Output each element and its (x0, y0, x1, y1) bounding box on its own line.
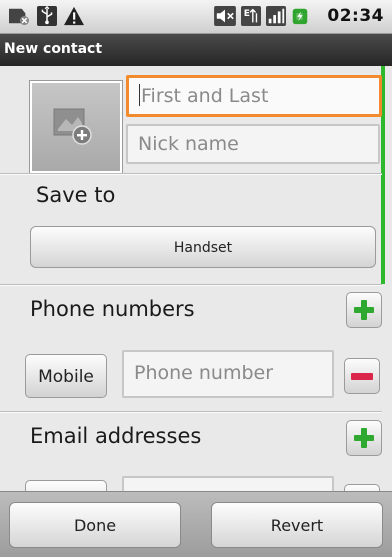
data-arrows-icon: E (241, 6, 261, 26)
phone-numbers-label: Phone numbers (30, 297, 195, 321)
name-field[interactable]: First and Last (126, 75, 382, 117)
remove-email-button[interactable] (344, 484, 380, 491)
phone-number-field[interactable]: Phone number (122, 350, 334, 398)
page-title: New contact (4, 41, 103, 57)
alert-triangle-icon (64, 6, 84, 26)
remove-phone-button[interactable] (344, 358, 380, 394)
minus-icon (351, 373, 373, 380)
text-caret (139, 84, 140, 106)
battery-icon (292, 8, 308, 25)
email-field[interactable] (122, 476, 334, 491)
add-email-button[interactable] (346, 420, 382, 456)
add-photo-icon (53, 108, 92, 145)
sim-warning-icon (9, 8, 29, 26)
divider (0, 284, 382, 285)
nickname-field[interactable]: Nick name (126, 124, 380, 164)
nickname-placeholder: Nick name (138, 133, 239, 155)
name-placeholder: First and Last (141, 85, 269, 107)
svg-text:E: E (244, 9, 250, 19)
usb-icon (37, 6, 57, 26)
phone-type-button[interactable]: Mobile (25, 354, 107, 398)
email-type-button[interactable] (25, 480, 107, 491)
divider (0, 173, 382, 174)
save-to-label: Save to (36, 183, 116, 207)
mute-icon (214, 6, 236, 26)
contact-form[interactable]: First and Last Nick name Save to Handset… (0, 66, 392, 491)
title-bar: New contact (0, 34, 392, 66)
revert-button[interactable]: Revert (211, 502, 383, 548)
add-phone-button[interactable] (346, 292, 382, 328)
phone-placeholder: Phone number (134, 362, 274, 384)
signal-icon (266, 6, 286, 26)
clock: 02:34 (327, 6, 384, 26)
divider (0, 411, 382, 412)
done-button[interactable]: Done (9, 502, 181, 548)
email-addresses-label: Email addresses (30, 424, 202, 448)
action-bar: Done Revert (0, 491, 392, 557)
save-to-button[interactable]: Handset (30, 226, 376, 268)
status-bar: E 02:34 (0, 0, 392, 34)
contact-photo-button[interactable] (30, 81, 122, 173)
screen: E 02:34 New contact First and Last Nick … (0, 0, 392, 557)
